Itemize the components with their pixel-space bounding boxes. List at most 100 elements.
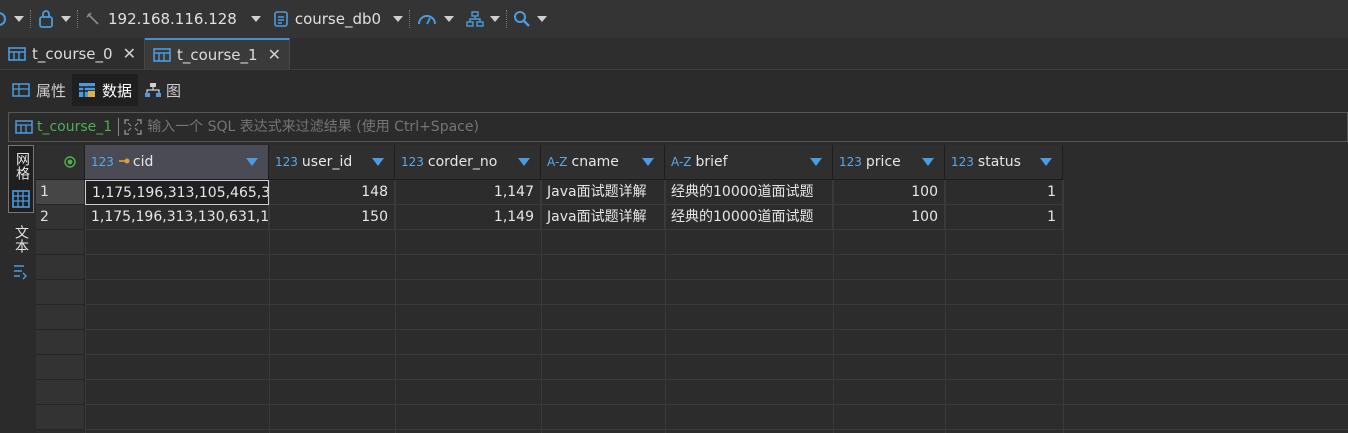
row-number[interactable]: 2 [36,205,85,230]
column-header-cname[interactable]: A-Z cname [541,145,665,180]
toolbar-separator [409,10,411,28]
toolbar-separator [506,10,508,28]
database-icon [274,11,288,27]
transaction-lock-button[interactable] [37,0,71,38]
editor-tabs: t_course_0 ✕ t_course_1 ✕ [0,38,1348,70]
grid-view-label: 网格 [14,152,30,180]
editor-subtabs: 属性 数据 图 [0,72,1348,108]
structure-button[interactable] [466,0,501,38]
record-icon [64,156,76,168]
chevron-down-icon [393,16,404,22]
lock-icon [39,10,53,28]
close-icon[interactable]: ✕ [268,45,281,64]
column-header-cid[interactable]: 123 cid [85,145,269,180]
numeric-type-icon: 123 [839,155,862,169]
table-cell[interactable]: 1,149 [395,205,541,230]
table-cell[interactable]: 100 [833,205,945,230]
database-label: course_db0 [294,10,382,28]
tab-diagram[interactable]: 图 [138,74,187,106]
sort-dropdown-icon[interactable] [246,158,258,166]
empty-row [36,330,1348,355]
numeric-type-icon: 123 [91,155,114,169]
row-gutter [36,380,85,405]
string-type-icon: A-Z [547,155,568,169]
select-all-corner[interactable] [36,145,85,180]
table-icon [15,120,33,134]
text-view-label: 文本 [13,225,29,253]
diagram-icon [145,83,162,97]
tab-data[interactable]: 数据 [72,74,139,106]
text-icon [14,265,27,280]
column-header-user-id[interactable]: 123 user_id [269,145,395,180]
empty-row [36,405,1348,430]
column-name: price [865,154,901,170]
column-header-brief[interactable]: A-Z brief [665,145,833,180]
filter-table-tag: t_course_1 [37,119,113,135]
sort-dropdown-icon[interactable] [922,158,934,166]
tab-t-course-1[interactable]: t_course_1 ✕ [144,38,290,69]
dashboard-button[interactable] [416,0,455,38]
table-cell[interactable]: 1,175,196,313,130,631,169 [85,205,269,230]
column-header-price[interactable]: 123 price [833,145,945,180]
numeric-type-icon: 123 [951,155,974,169]
table-cell[interactable]: 148 [269,180,395,205]
filter-input[interactable] [147,114,1347,140]
sort-dropdown-icon[interactable] [810,158,822,166]
table-cell[interactable]: 100 [833,180,945,205]
chevron-down-icon [490,16,501,22]
tab-label: 数据 [102,81,133,100]
column-name: brief [695,154,728,170]
close-icon[interactable]: ✕ [123,44,136,63]
hierarchy-icon [466,11,484,27]
main-toolbar: 192.168.116.128 course_db0 [0,0,1348,38]
table-cell[interactable]: Java面试题详解 [541,180,665,205]
sort-dropdown-icon[interactable] [518,158,530,166]
data-icon [79,83,96,97]
tab-label: 图 [166,81,182,100]
filter-bar: t_course_1 [8,112,1348,142]
text-view-button[interactable]: 文本 [8,221,34,291]
search-icon [514,11,530,27]
tab-properties[interactable]: 属性 [6,74,72,106]
row-gutter [36,405,85,430]
table-cell[interactable]: 1 [945,205,1063,230]
chevron-down-icon [250,16,261,22]
database-selector[interactable]: course_db0 [273,0,404,38]
table-cell[interactable]: 1 [945,180,1063,205]
table-cell[interactable]: 经典的10000道面试题 [665,180,833,205]
filter-separator [118,118,120,136]
grid-view-button[interactable]: 网格 [8,145,34,213]
host-selector[interactable]: 192.168.116.128 [84,0,261,38]
connect-button[interactable] [0,0,24,38]
empty-row [36,255,1348,280]
row-gutter [36,280,85,305]
toolbar-separator [77,10,78,28]
empty-row [36,280,1348,305]
sort-dropdown-icon[interactable] [642,158,654,166]
gauge-icon [418,15,437,25]
string-type-icon: A-Z [671,155,692,169]
column-name: status [977,154,1021,170]
table-cell[interactable]: 经典的10000道面试题 [665,205,833,230]
table-cell[interactable]: 150 [269,205,395,230]
host-label: 192.168.116.128 [108,10,237,28]
tab-t-course-0[interactable]: t_course_0 ✕ [0,38,145,69]
table-cell[interactable]: 1,175,196,313,105,465,345 [85,180,269,205]
grid-icon [12,190,30,208]
search-button[interactable] [513,0,548,38]
column-header-status[interactable]: 123 status [945,145,1063,180]
table-cell[interactable]: Java面试题详解 [541,205,665,230]
empty-row [36,305,1348,330]
chevron-down-icon [61,16,71,22]
row-number[interactable]: 1 [36,180,85,205]
table-cell[interactable]: 1,147 [395,180,541,205]
expand-icon[interactable] [123,118,143,136]
toolbar-separator [30,10,31,28]
plug-icon [86,12,99,25]
row-gutter [36,255,85,280]
column-name: cid [132,154,154,170]
sort-dropdown-icon[interactable] [372,158,384,166]
sort-dropdown-icon[interactable] [1040,158,1052,166]
tab-label: 属性 [36,81,67,100]
column-header-corder-no[interactable]: 123 corder_no [395,145,541,180]
